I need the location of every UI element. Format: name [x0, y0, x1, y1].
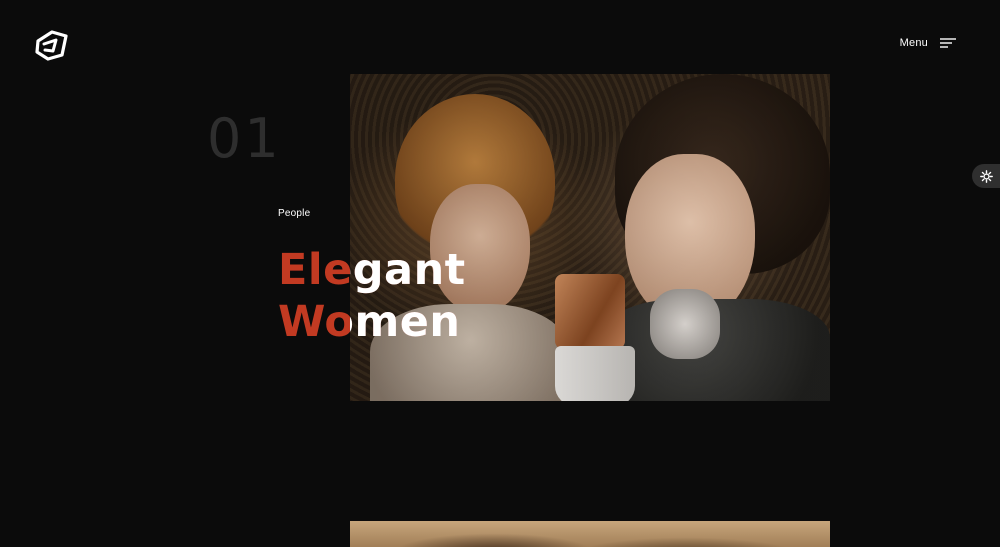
hamburger-menu-icon	[940, 38, 956, 48]
menu-button[interactable]: Menu	[900, 37, 956, 49]
brand-logo-icon[interactable]	[32, 27, 70, 63]
slide-photo[interactable]	[350, 74, 830, 401]
menu-label: Menu	[899, 37, 928, 49]
theme-toggle-button[interactable]	[972, 164, 1000, 188]
gear-icon	[979, 169, 993, 183]
page: Menu 01 People Elegant Women Elegant Wom…	[0, 0, 1000, 547]
slide-category[interactable]: People	[278, 208, 310, 219]
next-slide-photo[interactable]	[350, 521, 830, 547]
slide-number: 01	[207, 107, 282, 170]
image-overlay	[350, 74, 830, 401]
